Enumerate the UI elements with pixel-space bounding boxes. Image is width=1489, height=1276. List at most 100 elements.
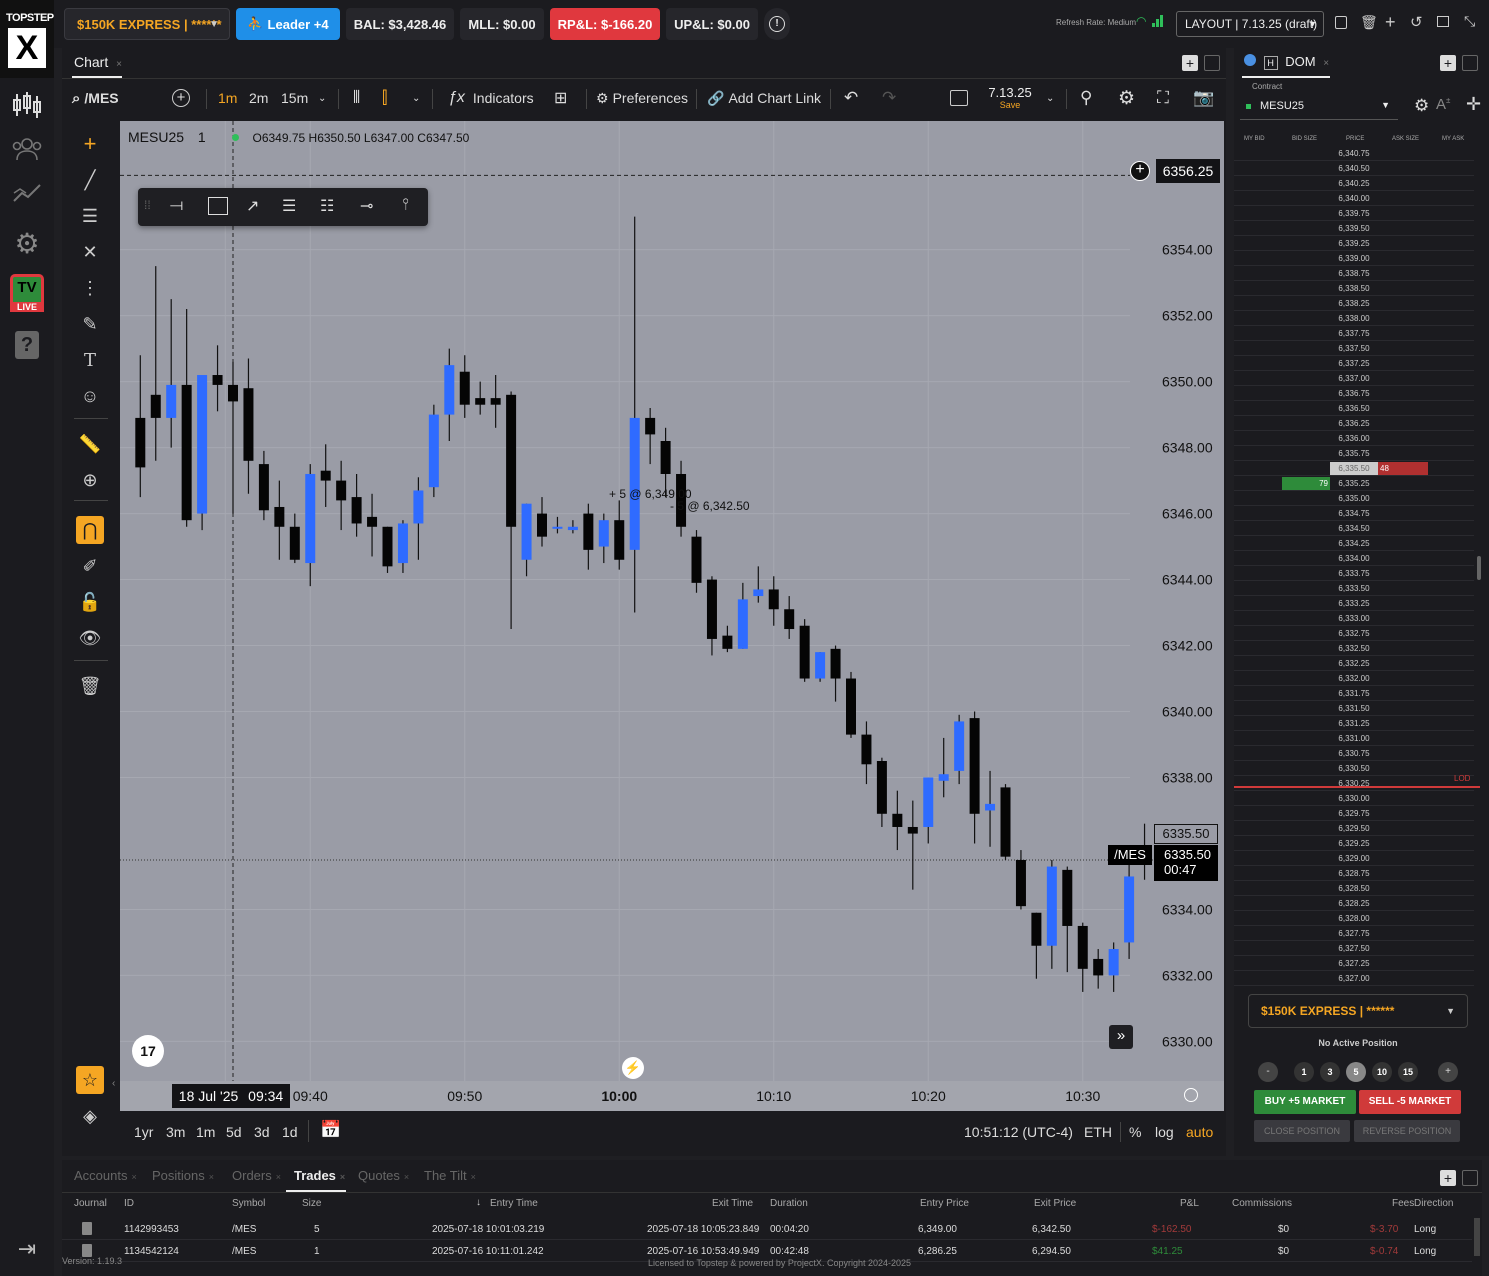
undo-button[interactable]: ↶	[844, 85, 858, 111]
dom-price-cell[interactable]: 6,330.25	[1330, 776, 1378, 791]
dom-row[interactable]: 6,331.75	[1234, 686, 1474, 701]
dom-price-cell[interactable]: 6,335.25	[1330, 476, 1378, 491]
preferences-button[interactable]: ⚙ Preferences	[596, 85, 688, 111]
dom-price-cell[interactable]: 6,328.50	[1330, 881, 1378, 896]
dom-row[interactable]: 6,334.50	[1234, 521, 1474, 536]
eye-icon[interactable]: 👁	[76, 624, 104, 652]
chart-layout-name[interactable]: 7.13.25 Save	[984, 85, 1036, 110]
crosshair-add-button[interactable]: +	[1130, 161, 1150, 181]
qty-button-10[interactable]: 10	[1372, 1062, 1392, 1082]
timeframe-2m[interactable]: 2m	[249, 85, 268, 111]
snapshot-button[interactable]: 📷	[1193, 85, 1214, 111]
magnet-tool-icon[interactable]: ⋂	[76, 516, 104, 544]
dom-price-cell[interactable]: 6,329.50	[1330, 821, 1378, 836]
maximize-panel-icon[interactable]	[1204, 55, 1220, 71]
maximize-panel-icon[interactable]	[1462, 55, 1478, 71]
candle-style-button[interactable]: ⫿	[382, 85, 387, 111]
redo-button[interactable]: ↷	[882, 85, 896, 111]
center-icon[interactable]: ✛	[1466, 94, 1481, 115]
reset-layout-icon[interactable]: ↺	[1410, 13, 1423, 31]
qty-button-15[interactable]: 15	[1398, 1062, 1418, 1082]
dom-row[interactable]: 6,339.00	[1234, 251, 1474, 266]
dom-row[interactable]: 6,327.00	[1234, 971, 1474, 986]
log-toggle[interactable]: log	[1155, 1124, 1174, 1140]
dom-price-cell[interactable]: 6,333.25	[1330, 596, 1378, 611]
fullscreen-button[interactable]: ⛶	[1157, 85, 1169, 111]
tab-trades[interactable]: Trades ×	[294, 1168, 345, 1183]
lightning-icon[interactable]: ⚡	[622, 1057, 644, 1079]
dom-row[interactable]: 6,329.75	[1234, 806, 1474, 821]
nav-help-icon[interactable]: ?	[10, 328, 44, 362]
collapse-icon[interactable]: ⤡	[1464, 13, 1475, 30]
dom-row[interactable]: 6,328.75	[1234, 866, 1474, 881]
chart-type-dropdown[interactable]: ⌄	[412, 85, 420, 111]
projection-tool-icon[interactable]: ⋮	[76, 274, 104, 302]
dom-price-cell[interactable]: 6,332.75	[1330, 626, 1378, 641]
dom-row[interactable]: 6,340.50	[1234, 161, 1474, 176]
dom-row[interactable]: 6,335.00	[1234, 491, 1474, 506]
column-header[interactable]: Fees	[1392, 1198, 1414, 1209]
dom-price-cell[interactable]: 6,327.75	[1330, 926, 1378, 941]
bar-style-button[interactable]: ⫴	[353, 85, 360, 111]
chart-settings-button[interactable]: ⚙	[1118, 85, 1135, 111]
column-header[interactable]: Size	[302, 1198, 321, 1209]
time-axis[interactable]: 0909:4009:5010:0010:1010:2010:30 18 Jul …	[120, 1081, 1224, 1111]
dom-price-cell[interactable]: 6,335.50	[1330, 461, 1378, 476]
tab-chart[interactable]: Chart ×	[74, 54, 122, 70]
column-header[interactable]: Entry Price	[920, 1198, 969, 1209]
close-position-button[interactable]: CLOSE POSITION	[1254, 1120, 1350, 1142]
collapse-arrow-icon[interactable]: ‹	[112, 1078, 115, 1089]
dom-row[interactable]: 6,336.75	[1234, 386, 1474, 401]
add-layout-icon[interactable]: +	[1385, 12, 1396, 33]
dom-row[interactable]: 6,330.75	[1234, 746, 1474, 761]
dom-price-cell[interactable]: 6,338.50	[1330, 281, 1378, 296]
font-size-icon[interactable]: A±	[1436, 96, 1450, 113]
dom-row[interactable]: 6,336.00	[1234, 431, 1474, 446]
journal-doc-icon[interactable]	[82, 1222, 92, 1235]
nav-community-icon[interactable]	[10, 132, 44, 166]
goto-date-icon[interactable]: 📅	[320, 1120, 341, 1140]
favorites-star-icon[interactable]: ☆	[76, 1066, 104, 1094]
dom-row[interactable]: 6,329.00	[1234, 851, 1474, 866]
dom-row[interactable]: 6,330.50	[1234, 761, 1474, 776]
dom-price-cell[interactable]: 6,331.00	[1330, 731, 1378, 746]
layers-icon[interactable]: ◈	[76, 1102, 104, 1130]
add-panel-icon[interactable]: +	[1182, 55, 1198, 71]
nav-trading-icon[interactable]	[10, 88, 44, 122]
tab-positions[interactable]: Positions ×	[152, 1168, 214, 1183]
dom-row[interactable]: 6,340.25	[1234, 176, 1474, 191]
dom-row[interactable]: 6,339.75	[1234, 206, 1474, 221]
add-panel-icon[interactable]: +	[1440, 1170, 1456, 1186]
dom-price-cell[interactable]: 6,339.75	[1330, 206, 1378, 221]
dom-price-cell[interactable]: 6,336.75	[1330, 386, 1378, 401]
dom-price-cell[interactable]: 6,334.50	[1330, 521, 1378, 536]
dom-row[interactable]: 6,328.00	[1234, 911, 1474, 926]
dom-row[interactable]: 6,330.00	[1234, 791, 1474, 806]
column-header[interactable]: Symbol	[232, 1198, 265, 1209]
qty-button-5[interactable]: 5	[1346, 1062, 1366, 1082]
nav-stats-icon[interactable]	[10, 176, 44, 210]
dom-row[interactable]: 6,340.75	[1234, 146, 1474, 161]
dom-price-cell[interactable]: 6,333.50	[1330, 581, 1378, 596]
dom-row[interactable]: 6,327.75	[1234, 926, 1474, 941]
delete-layout-icon[interactable]: 🗑	[1360, 14, 1378, 31]
dom-price-cell[interactable]: 6,336.00	[1330, 431, 1378, 446]
dom-row[interactable]: 6,333.00	[1234, 611, 1474, 626]
dom-row[interactable]: 6,332.50	[1234, 641, 1474, 656]
column-header[interactable]: ID	[124, 1198, 134, 1209]
dom-row[interactable]: 6,330.25	[1234, 776, 1474, 791]
dom-price-cell[interactable]: 6,336.50	[1330, 401, 1378, 416]
timeframe-1m[interactable]: 1m	[218, 85, 237, 111]
dom-ladder[interactable]: 6,340.75 6,340.50 6,340.25 6,340.00 6,339.75…	[1234, 146, 1474, 988]
tab-orders[interactable]: Orders ×	[232, 1168, 281, 1183]
dom-price-cell[interactable]: 6,326.75	[1330, 986, 1378, 988]
ruler-tool-icon[interactable]: 📏	[76, 430, 104, 458]
dom-row[interactable]: 6,331.25	[1234, 716, 1474, 731]
timeframe-15m[interactable]: 15m	[281, 85, 308, 111]
range-button-1d[interactable]: 1d	[282, 1124, 298, 1140]
range-button-1m[interactable]: 1m	[196, 1124, 215, 1140]
percent-toggle[interactable]: %	[1129, 1124, 1141, 1140]
dom-price-cell[interactable]: 6,337.00	[1330, 371, 1378, 386]
trash-icon[interactable]: 🗑	[76, 672, 104, 700]
dom-price-cell[interactable]: 6,328.25	[1330, 896, 1378, 911]
